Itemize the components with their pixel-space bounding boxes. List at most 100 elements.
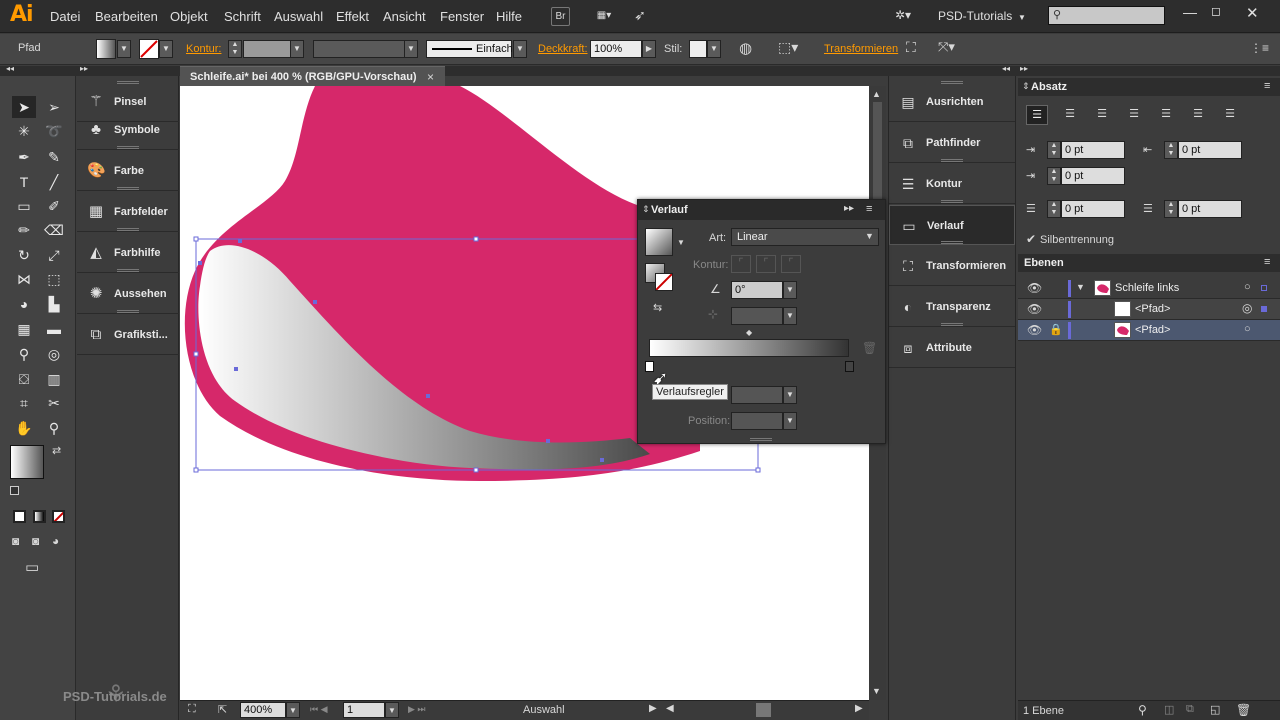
- left-indent-stepper[interactable]: ▲ ▼: [1047, 141, 1061, 159]
- locate-object-icon[interactable]: ⚲: [1138, 703, 1147, 717]
- panel-grip[interactable]: [117, 146, 139, 149]
- none-mode-icon[interactable]: [52, 510, 65, 523]
- ebenen-header[interactable]: Ebenen ≡: [1018, 254, 1280, 272]
- selection-indicator[interactable]: [1261, 306, 1267, 312]
- panel-symbole[interactable]: ♣ Symbole: [77, 110, 179, 150]
- bridge-button[interactable]: Br: [551, 7, 570, 26]
- swap-colors-icon[interactable]: ⇄: [52, 444, 61, 457]
- collapse-mid-icon[interactable]: ◂◂: [1002, 64, 1010, 73]
- first-line-stepper[interactable]: ▲ ▼: [1047, 167, 1061, 185]
- panel-grip[interactable]: [941, 159, 963, 162]
- space-before-field[interactable]: 0 pt: [1061, 200, 1125, 218]
- expand-right-icon[interactable]: ▸▸: [1020, 64, 1028, 73]
- collapse-panel-icon[interactable]: ▸▸: [844, 203, 854, 214]
- fill-dropdown-icon[interactable]: ▼: [117, 40, 131, 58]
- hscroll-right-icon[interactable]: ▶: [855, 703, 863, 714]
- scroll-thumb[interactable]: [873, 102, 882, 212]
- first-line-field[interactable]: 0 pt: [1061, 167, 1125, 185]
- gradient-tool-icon[interactable]: ▬: [42, 318, 66, 340]
- menu-datei[interactable]: Datei: [50, 9, 80, 24]
- justify-left-icon[interactable]: ☰: [1123, 105, 1145, 125]
- pen-tool-icon[interactable]: ✒: [12, 146, 36, 168]
- visibility-eye-icon[interactable]: 👁: [1027, 323, 1042, 337]
- arrange-documents-icon[interactable]: ▦▾: [590, 7, 618, 26]
- menu-auswahl[interactable]: Auswahl: [274, 9, 323, 24]
- status-menu-icon[interactable]: ▶: [649, 703, 657, 714]
- panel-grip[interactable]: [941, 323, 963, 326]
- eyedropper-tool-icon[interactable]: ⚲: [12, 343, 36, 365]
- delete-stop-icon[interactable]: 🗑: [862, 341, 877, 355]
- align-options-icon[interactable]: ⬚▾: [778, 39, 798, 56]
- gradient-presets-icon[interactable]: ▼: [677, 238, 685, 247]
- target-circle-icon[interactable]: ○: [1244, 281, 1251, 293]
- panel-ausrichten[interactable]: ▤ Ausrichten: [889, 82, 1015, 122]
- expand-layer-icon[interactable]: ▼: [1076, 282, 1085, 292]
- gradient-mode-icon[interactable]: [33, 510, 46, 523]
- panel-pathfinder[interactable]: ⧉ Pathfinder: [889, 123, 1015, 163]
- panel-aussehen[interactable]: ✺ Aussehen: [77, 274, 179, 314]
- artboard-field[interactable]: 1: [343, 702, 385, 718]
- screen-mode-icon[interactable]: ▭: [25, 558, 39, 576]
- stroke-gradient-within-icon[interactable]: ⌜: [731, 255, 751, 273]
- slice-tool-icon[interactable]: ✂: [42, 392, 66, 414]
- transformieren-link[interactable]: Transformieren: [824, 43, 898, 55]
- panel-grip[interactable]: [117, 228, 139, 231]
- document-tab[interactable]: Schleife.ai* bei 400 % (RGB/GPU-Vorschau…: [180, 66, 445, 86]
- draw-inside-icon[interactable]: ◕: [52, 534, 59, 548]
- rectangle-tool-icon[interactable]: ▭: [12, 195, 36, 217]
- angle-dropdown-icon[interactable]: ▼: [783, 281, 797, 299]
- draw-behind-icon[interactable]: ◙: [32, 534, 39, 548]
- menu-hilfe[interactable]: Hilfe: [496, 9, 522, 24]
- shape-builder-tool-icon[interactable]: ◕: [12, 293, 36, 315]
- status-tool-label[interactable]: Auswahl: [523, 704, 565, 716]
- last-artboard-icon[interactable]: ▶ ⏭: [408, 704, 426, 715]
- panel-toggle-icon[interactable]: ⇕: [642, 204, 650, 215]
- stroke-gradient-along-icon[interactable]: ⌜: [756, 255, 776, 273]
- free-transform-tool-icon[interactable]: ⬚: [42, 268, 66, 290]
- magic-wand-tool-icon[interactable]: ✳: [12, 120, 36, 142]
- workspace-switcher[interactable]: PSD-Tutorials: [938, 9, 1012, 23]
- align-left-icon[interactable]: ☰: [1026, 105, 1048, 125]
- brush-definition[interactable]: Einfach: [426, 40, 513, 58]
- gradient-preview-swatch[interactable]: [645, 228, 673, 256]
- new-layer-icon[interactable]: ◱: [1210, 703, 1220, 716]
- path-name[interactable]: <Pfad>: [1135, 324, 1170, 336]
- hand-tool-icon[interactable]: ✋: [12, 417, 36, 439]
- eraser-tool-icon[interactable]: ⌫: [42, 219, 66, 241]
- zoom-tool-icon[interactable]: ⚲: [42, 417, 66, 439]
- panel-resize-grip[interactable]: [750, 438, 772, 441]
- fill-stroke-stroke-swatch[interactable]: [655, 273, 673, 291]
- panel-grip[interactable]: [117, 269, 139, 272]
- gradient-stop-right[interactable]: [845, 361, 854, 372]
- left-indent-field[interactable]: 0 pt: [1061, 141, 1125, 159]
- share-icon[interactable]: ⇱: [218, 703, 227, 716]
- layer-name[interactable]: Schleife links: [1115, 282, 1179, 294]
- angle-field[interactable]: 0°: [731, 281, 783, 299]
- color-mode-icon[interactable]: [13, 510, 26, 523]
- panel-menu-icon[interactable]: ≡: [866, 203, 872, 215]
- fill-color-box[interactable]: [10, 445, 44, 479]
- transform-each-icon[interactable]: ⤧▾: [938, 39, 955, 55]
- visibility-eye-icon[interactable]: 👁: [1027, 281, 1042, 295]
- variable-width-profile[interactable]: [313, 40, 405, 58]
- panel-farbhilfe[interactable]: ◭ Farbhilfe: [77, 233, 179, 273]
- curvature-tool-icon[interactable]: ✎: [42, 146, 66, 168]
- gradient-slider-bar[interactable]: [649, 339, 849, 357]
- direct-selection-tool-icon[interactable]: ➢: [42, 96, 66, 118]
- selection-tool-icon[interactable]: ➤: [12, 96, 36, 118]
- stroke-gradient-across-icon[interactable]: ⌜: [781, 255, 801, 273]
- deckkraft-link[interactable]: Deckkraft:: [538, 43, 588, 55]
- menu-bearbeiten[interactable]: Bearbeiten: [95, 9, 158, 24]
- clipping-mask-icon[interactable]: ◫: [1164, 703, 1174, 716]
- stroke-weight-field[interactable]: [243, 40, 291, 58]
- panel-kontur[interactable]: ☰ Kontur: [889, 164, 1015, 204]
- layer-row[interactable]: 👁 ▼ Schleife links ○: [1018, 278, 1280, 299]
- blend-tool-icon[interactable]: ◎: [42, 343, 66, 365]
- hyphenation-checkbox[interactable]: ✔: [1026, 232, 1036, 246]
- style-dropdown-icon[interactable]: ▼: [707, 40, 721, 58]
- space-after-stepper[interactable]: ▲ ▼: [1164, 200, 1178, 218]
- target-circle-icon[interactable]: ○: [1244, 323, 1251, 335]
- expand-icon[interactable]: ▸▸: [80, 64, 88, 73]
- brush-dropdown-icon[interactable]: ▼: [513, 40, 527, 58]
- isolate-icon[interactable]: ⛶: [906, 39, 916, 56]
